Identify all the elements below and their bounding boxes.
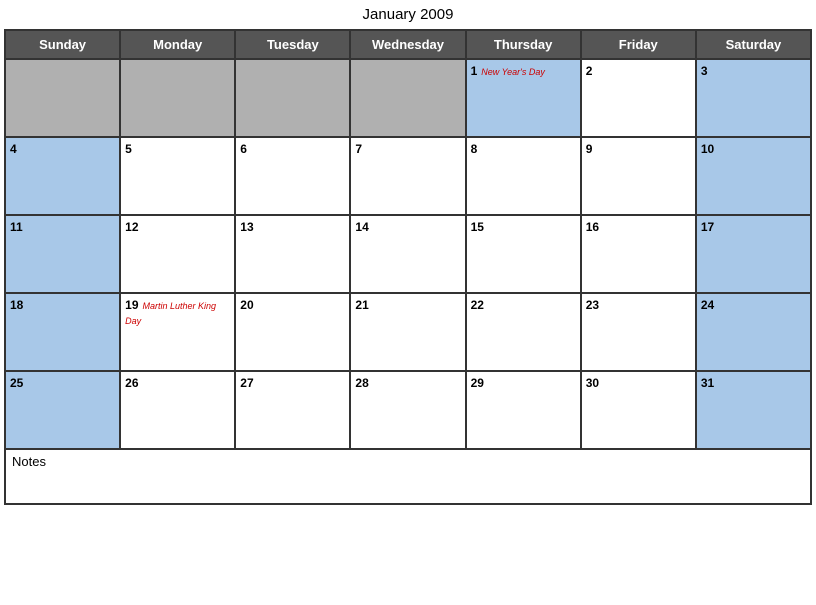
day-number: 11 — [10, 220, 23, 234]
day-number: 2 — [586, 64, 593, 78]
day-cell: 1New Year's Day — [466, 59, 581, 137]
week-row-2: 11 12 13 14 15 16 17 — [5, 215, 811, 293]
day-cell: 28 — [350, 371, 465, 449]
day-cell: 8 — [466, 137, 581, 215]
day-number: 23 — [586, 298, 599, 312]
day-number: 31 — [701, 376, 714, 390]
day-cell — [120, 59, 235, 137]
day-number: 21 — [355, 298, 368, 312]
day-cell: 9 — [581, 137, 696, 215]
day-cell: 16 — [581, 215, 696, 293]
day-cell: 27 — [235, 371, 350, 449]
header-wednesday: Wednesday — [350, 30, 465, 59]
notes-section: Notes — [4, 450, 812, 505]
header-saturday: Saturday — [696, 30, 811, 59]
day-cell: 15 — [466, 215, 581, 293]
day-number: 17 — [701, 220, 714, 234]
day-number: 14 — [355, 220, 368, 234]
day-cell: 25 — [5, 371, 120, 449]
day-number: 25 — [10, 376, 23, 390]
day-cell: 29 — [466, 371, 581, 449]
day-cell — [235, 59, 350, 137]
day-cell: 6 — [235, 137, 350, 215]
day-cell: 21 — [350, 293, 465, 371]
day-number: 10 — [701, 142, 714, 156]
day-cell: 24 — [696, 293, 811, 371]
day-number: 3 — [701, 64, 708, 78]
day-number: 15 — [471, 220, 484, 234]
week-row-1: 4 5 6 7 8 9 10 — [5, 137, 811, 215]
week-row-4: 25 26 27 28 29 30 31 — [5, 371, 811, 449]
day-number: 1 — [471, 64, 478, 78]
day-number: 24 — [701, 298, 714, 312]
day-number: 7 — [355, 142, 362, 156]
day-number: 9 — [586, 142, 593, 156]
calendar-table: SundayMondayTuesdayWednesdayThursdayFrid… — [4, 29, 812, 450]
day-cell: 30 — [581, 371, 696, 449]
day-cell: 10 — [696, 137, 811, 215]
day-cell: 11 — [5, 215, 120, 293]
calendar-title: January 2009 — [4, 6, 812, 23]
day-cell: 31 — [696, 371, 811, 449]
day-cell: 14 — [350, 215, 465, 293]
day-number: 20 — [240, 298, 253, 312]
day-number: 30 — [586, 376, 599, 390]
day-number: 22 — [471, 298, 484, 312]
day-cell: 17 — [696, 215, 811, 293]
day-number: 18 — [10, 298, 23, 312]
day-number: 13 — [240, 220, 253, 234]
day-cell: 4 — [5, 137, 120, 215]
header-monday: Monday — [120, 30, 235, 59]
holiday-label: New Year's Day — [481, 67, 545, 77]
day-cell: 22 — [466, 293, 581, 371]
header-sunday: Sunday — [5, 30, 120, 59]
day-cell: 19Martin Luther King Day — [120, 293, 235, 371]
day-number: 6 — [240, 142, 247, 156]
header-friday: Friday — [581, 30, 696, 59]
day-number: 4 — [10, 142, 17, 156]
day-cell: 5 — [120, 137, 235, 215]
week-row-3: 18 19Martin Luther King Day 20 21 22 23 24 — [5, 293, 811, 371]
header-tuesday: Tuesday — [235, 30, 350, 59]
day-number: 8 — [471, 142, 478, 156]
day-number: 5 — [125, 142, 132, 156]
week-row-0: 1New Year's Day 2 3 — [5, 59, 811, 137]
day-cell: 12 — [120, 215, 235, 293]
day-cell: 7 — [350, 137, 465, 215]
notes-label: Notes — [12, 454, 46, 469]
day-cell: 2 — [581, 59, 696, 137]
day-cell — [5, 59, 120, 137]
day-number: 12 — [125, 220, 138, 234]
day-cell: 20 — [235, 293, 350, 371]
header-thursday: Thursday — [466, 30, 581, 59]
day-cell — [350, 59, 465, 137]
day-number: 27 — [240, 376, 253, 390]
day-number: 29 — [471, 376, 484, 390]
calendar-container: January 2009 SundayMondayTuesdayWednesda… — [0, 0, 816, 509]
day-number: 19 — [125, 298, 138, 312]
day-number: 16 — [586, 220, 599, 234]
day-number: 26 — [125, 376, 138, 390]
day-cell: 3 — [696, 59, 811, 137]
day-cell: 13 — [235, 215, 350, 293]
day-cell: 26 — [120, 371, 235, 449]
header-row: SundayMondayTuesdayWednesdayThursdayFrid… — [5, 30, 811, 59]
day-cell: 23 — [581, 293, 696, 371]
day-cell: 18 — [5, 293, 120, 371]
day-number: 28 — [355, 376, 368, 390]
